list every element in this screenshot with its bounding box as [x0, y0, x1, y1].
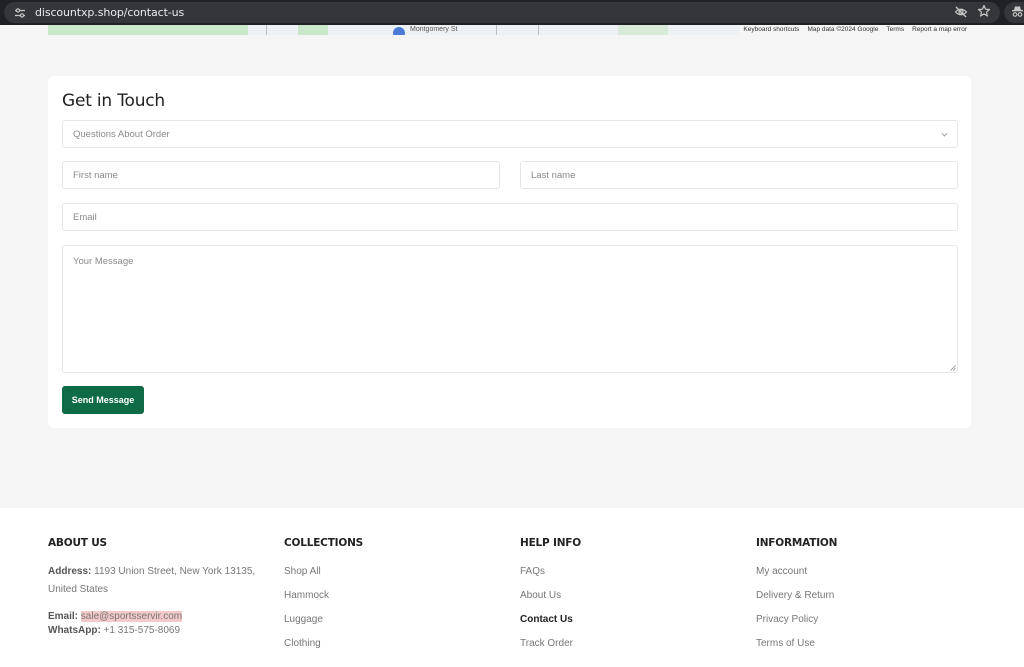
bookmark-star-icon[interactable]: [977, 4, 991, 18]
incognito-icon[interactable]: [1011, 5, 1024, 18]
terms-link[interactable]: Terms: [886, 25, 904, 35]
first-name-placeholder: First name: [73, 169, 118, 181]
send-message-button[interactable]: Send Message: [62, 386, 144, 414]
footer-link-luggage[interactable]: Luggage: [284, 614, 323, 625]
email-label: Email:: [48, 611, 79, 622]
subject-select-value: Questions About Order: [73, 128, 170, 140]
subject-select[interactable]: Questions About Order: [62, 120, 958, 148]
map-park-area: [618, 25, 668, 35]
message-placeholder: Your Message: [73, 256, 134, 267]
url-text[interactable]: discountxp.shop/contact-us: [35, 6, 184, 19]
map-attribution: Keyboard shortcuts Map data ©2024 Google…: [740, 25, 970, 35]
address-bar[interactable]: discountxp.shop/contact-us: [4, 2, 1000, 23]
footer-link-faqs[interactable]: FAQs: [520, 566, 545, 577]
whatsapp-number[interactable]: +1 315-575-8069: [104, 625, 180, 636]
message-textarea[interactable]: Your Message: [62, 245, 958, 373]
last-name-placeholder: Last name: [531, 169, 576, 181]
whatsapp-label: WhatsApp:: [48, 625, 101, 636]
map-marker-icon[interactable]: [393, 27, 405, 35]
map-data-text: Map data ©2024 Google: [807, 26, 879, 33]
footer-link-about-us[interactable]: About Us: [520, 590, 561, 601]
footer-address: Address: 1193 Union Street, New York 131…: [48, 566, 255, 577]
footer-link-privacy-policy[interactable]: Privacy Policy: [756, 614, 818, 625]
footer-link-delivery-return[interactable]: Delivery & Return: [756, 590, 834, 601]
footer-collections-title: COLLECTIONS: [284, 537, 364, 549]
email-placeholder: Email: [73, 211, 97, 223]
browser-toolbar: discountxp.shop/contact-us: [0, 0, 1024, 25]
email-link[interactable]: sale@sportsservir.com: [80, 611, 183, 622]
address-line-2: United States: [48, 584, 109, 595]
eye-off-icon[interactable]: [954, 5, 968, 19]
keyboard-shortcuts-link[interactable]: Keyboard shortcuts: [743, 25, 799, 35]
map-park-area: [298, 25, 328, 35]
map-road: [266, 25, 267, 35]
map-road: [496, 25, 497, 35]
email-input[interactable]: Email: [62, 203, 958, 231]
footer-email: Email: sale@sportsservir.com: [48, 611, 183, 622]
resize-handle-icon[interactable]: [950, 365, 956, 371]
map-park-area: [48, 25, 248, 35]
footer-link-clothing[interactable]: Clothing: [284, 638, 321, 649]
chevron-down-icon: [941, 133, 948, 137]
first-name-input[interactable]: First name: [62, 161, 500, 189]
footer-help-title: HELP INFO: [520, 537, 581, 549]
footer-link-terms-of-use[interactable]: Terms of Use: [756, 638, 815, 649]
footer-link-contact-us[interactable]: Contact Us: [520, 614, 573, 625]
report-map-error-link[interactable]: Report a map error: [912, 25, 967, 35]
footer-link-shop-all[interactable]: Shop All: [284, 566, 321, 577]
footer-about-title: ABOUT US: [48, 537, 107, 549]
footer-whatsapp: WhatsApp: +1 315-575-8069: [48, 625, 180, 636]
site-footer: ABOUT US Address: 1193 Union Street, New…: [0, 508, 1024, 667]
address-line-1: 1193 Union Street, New York 13135,: [94, 566, 256, 577]
footer-information-title: INFORMATION: [756, 537, 838, 549]
address-label: Address:: [48, 566, 92, 577]
contact-form-card: Get in Touch Questions About Order First…: [48, 76, 971, 428]
map-place-label: Montgomery St: [410, 26, 458, 33]
map-road: [538, 25, 539, 35]
last-name-input[interactable]: Last name: [520, 161, 958, 189]
footer-link-track-order[interactable]: Track Order: [520, 638, 573, 649]
site-settings-icon[interactable]: [14, 7, 26, 19]
form-title: Get in Touch: [62, 91, 165, 111]
footer-link-hammock[interactable]: Hammock: [284, 590, 329, 601]
footer-link-my-account[interactable]: My account: [756, 566, 807, 577]
embedded-map[interactable]: Montgomery St Keyboard shortcuts Map dat…: [48, 25, 970, 35]
